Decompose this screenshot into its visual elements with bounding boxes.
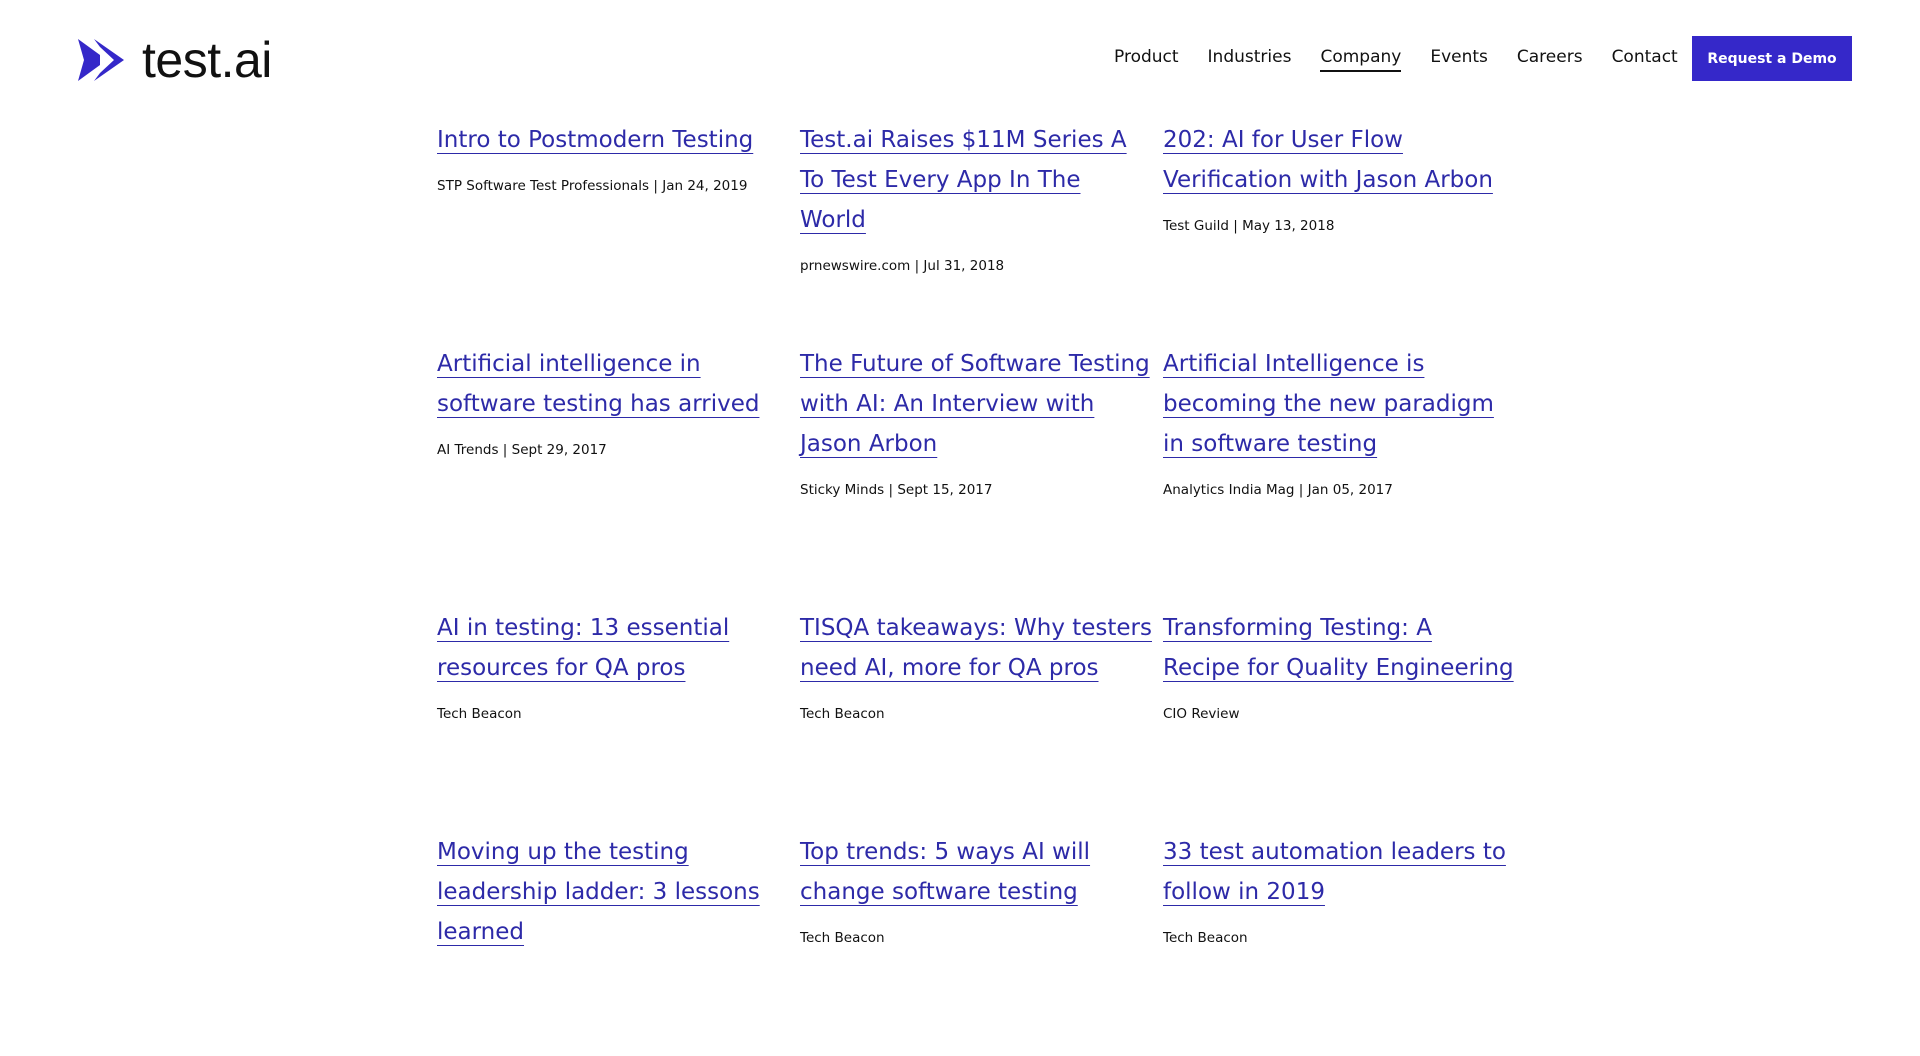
article-card: Artificial Intelligence is becoming the … (1163, 344, 1526, 608)
article-source: Test Guild | May 13, 2018 (1163, 218, 1335, 234)
article-card: 33 test automation leaders to follow in … (1163, 832, 1526, 1056)
article-source: Sticky Minds | Sept 15, 2017 (800, 482, 993, 498)
press-articles-grid: Intro to Postmodern Testing STP Software… (437, 120, 1526, 1056)
article-source: STP Software Test Professionals | Jan 24… (437, 178, 748, 194)
article-title-link[interactable]: Moving up the testing leadership ladder:… (437, 832, 790, 952)
nav-item-events[interactable]: Events (1430, 47, 1488, 72)
article-title-link[interactable]: Artificial intelligence in software test… (437, 344, 790, 424)
article-card: Test.ai Raises $11M Series A To Test Eve… (800, 120, 1163, 344)
article-title-link[interactable]: Test.ai Raises $11M Series A To Test Eve… (800, 120, 1153, 240)
article-title-link[interactable]: 202: AI for User Flow Verification with … (1163, 120, 1516, 200)
article-title-link[interactable]: 33 test automation leaders to follow in … (1163, 832, 1516, 912)
article-card: The Future of Software Testing with AI: … (800, 344, 1163, 608)
article-card: Artificial intelligence in software test… (437, 344, 800, 608)
article-source: CIO Review (1163, 706, 1240, 722)
article-source: Tech Beacon (437, 706, 522, 722)
article-source: AI Trends | Sept 29, 2017 (437, 442, 607, 458)
article-title-link[interactable]: Top trends: 5 ways AI will change softwa… (800, 832, 1153, 912)
article-card: Moving up the testing leadership ladder:… (437, 832, 800, 1056)
article-source: Analytics India Mag | Jan 05, 2017 (1163, 482, 1393, 498)
request-demo-button[interactable]: Request a Demo (1692, 36, 1852, 81)
logo-chevron-icon (78, 39, 124, 81)
article-title-link[interactable]: TISQA takeaways: Why testers need AI, mo… (800, 608, 1153, 688)
main-nav: Product Industries Company Events Career… (1114, 47, 1707, 72)
nav-item-industries[interactable]: Industries (1208, 47, 1292, 72)
article-title-link[interactable]: Intro to Postmodern Testing (437, 120, 790, 160)
article-card: 202: AI for User Flow Verification with … (1163, 120, 1526, 344)
article-source: prnewswire.com | Jul 31, 2018 (800, 258, 1005, 274)
article-card: AI in testing: 13 essential resources fo… (437, 608, 800, 832)
nav-item-company[interactable]: Company (1320, 47, 1402, 72)
article-card: Transforming Testing: A Recipe for Quali… (1163, 608, 1526, 832)
article-source: Tech Beacon (800, 706, 885, 722)
article-card: TISQA takeaways: Why testers need AI, mo… (800, 608, 1163, 832)
site-header: test.ai Product Industries Company Event… (0, 0, 1920, 120)
logo[interactable]: test.ai (78, 35, 272, 85)
nav-item-contact[interactable]: Contact (1612, 47, 1678, 72)
article-title-link[interactable]: The Future of Software Testing with AI: … (800, 344, 1153, 464)
article-source: Tech Beacon (800, 930, 885, 946)
nav-item-careers[interactable]: Careers (1517, 47, 1583, 72)
nav-item-product[interactable]: Product (1114, 47, 1179, 72)
article-title-link[interactable]: Artificial Intelligence is becoming the … (1163, 344, 1516, 464)
article-title-link[interactable]: Transforming Testing: A Recipe for Quali… (1163, 608, 1516, 688)
article-card: Intro to Postmodern Testing STP Software… (437, 120, 800, 344)
article-title-link[interactable]: AI in testing: 13 essential resources fo… (437, 608, 790, 688)
article-source: Tech Beacon (1163, 930, 1248, 946)
article-card: Top trends: 5 ways AI will change softwa… (800, 832, 1163, 1056)
logo-wordmark: test.ai (142, 32, 272, 88)
